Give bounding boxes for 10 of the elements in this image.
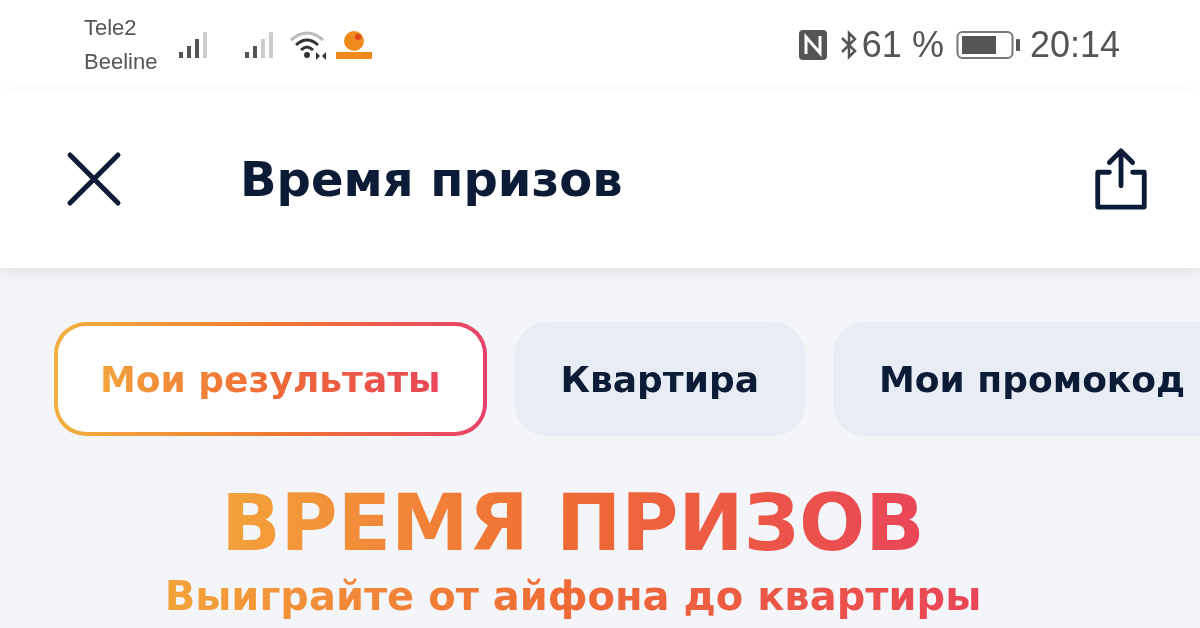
nfc-icon xyxy=(797,29,828,61)
app-notification-icon xyxy=(335,30,374,60)
carrier-name: Tele2 xyxy=(84,14,138,42)
battery-icon xyxy=(955,30,1022,60)
tab[interactable]: Мои промокод xyxy=(833,322,1200,436)
clock-time: 20:14 xyxy=(1029,24,1120,66)
carrier-name: Beeline xyxy=(84,48,158,76)
tab[interactable]: Квартира xyxy=(514,322,805,436)
battery-percent: 61 % xyxy=(861,24,944,66)
page-title: Время призов xyxy=(240,151,624,207)
